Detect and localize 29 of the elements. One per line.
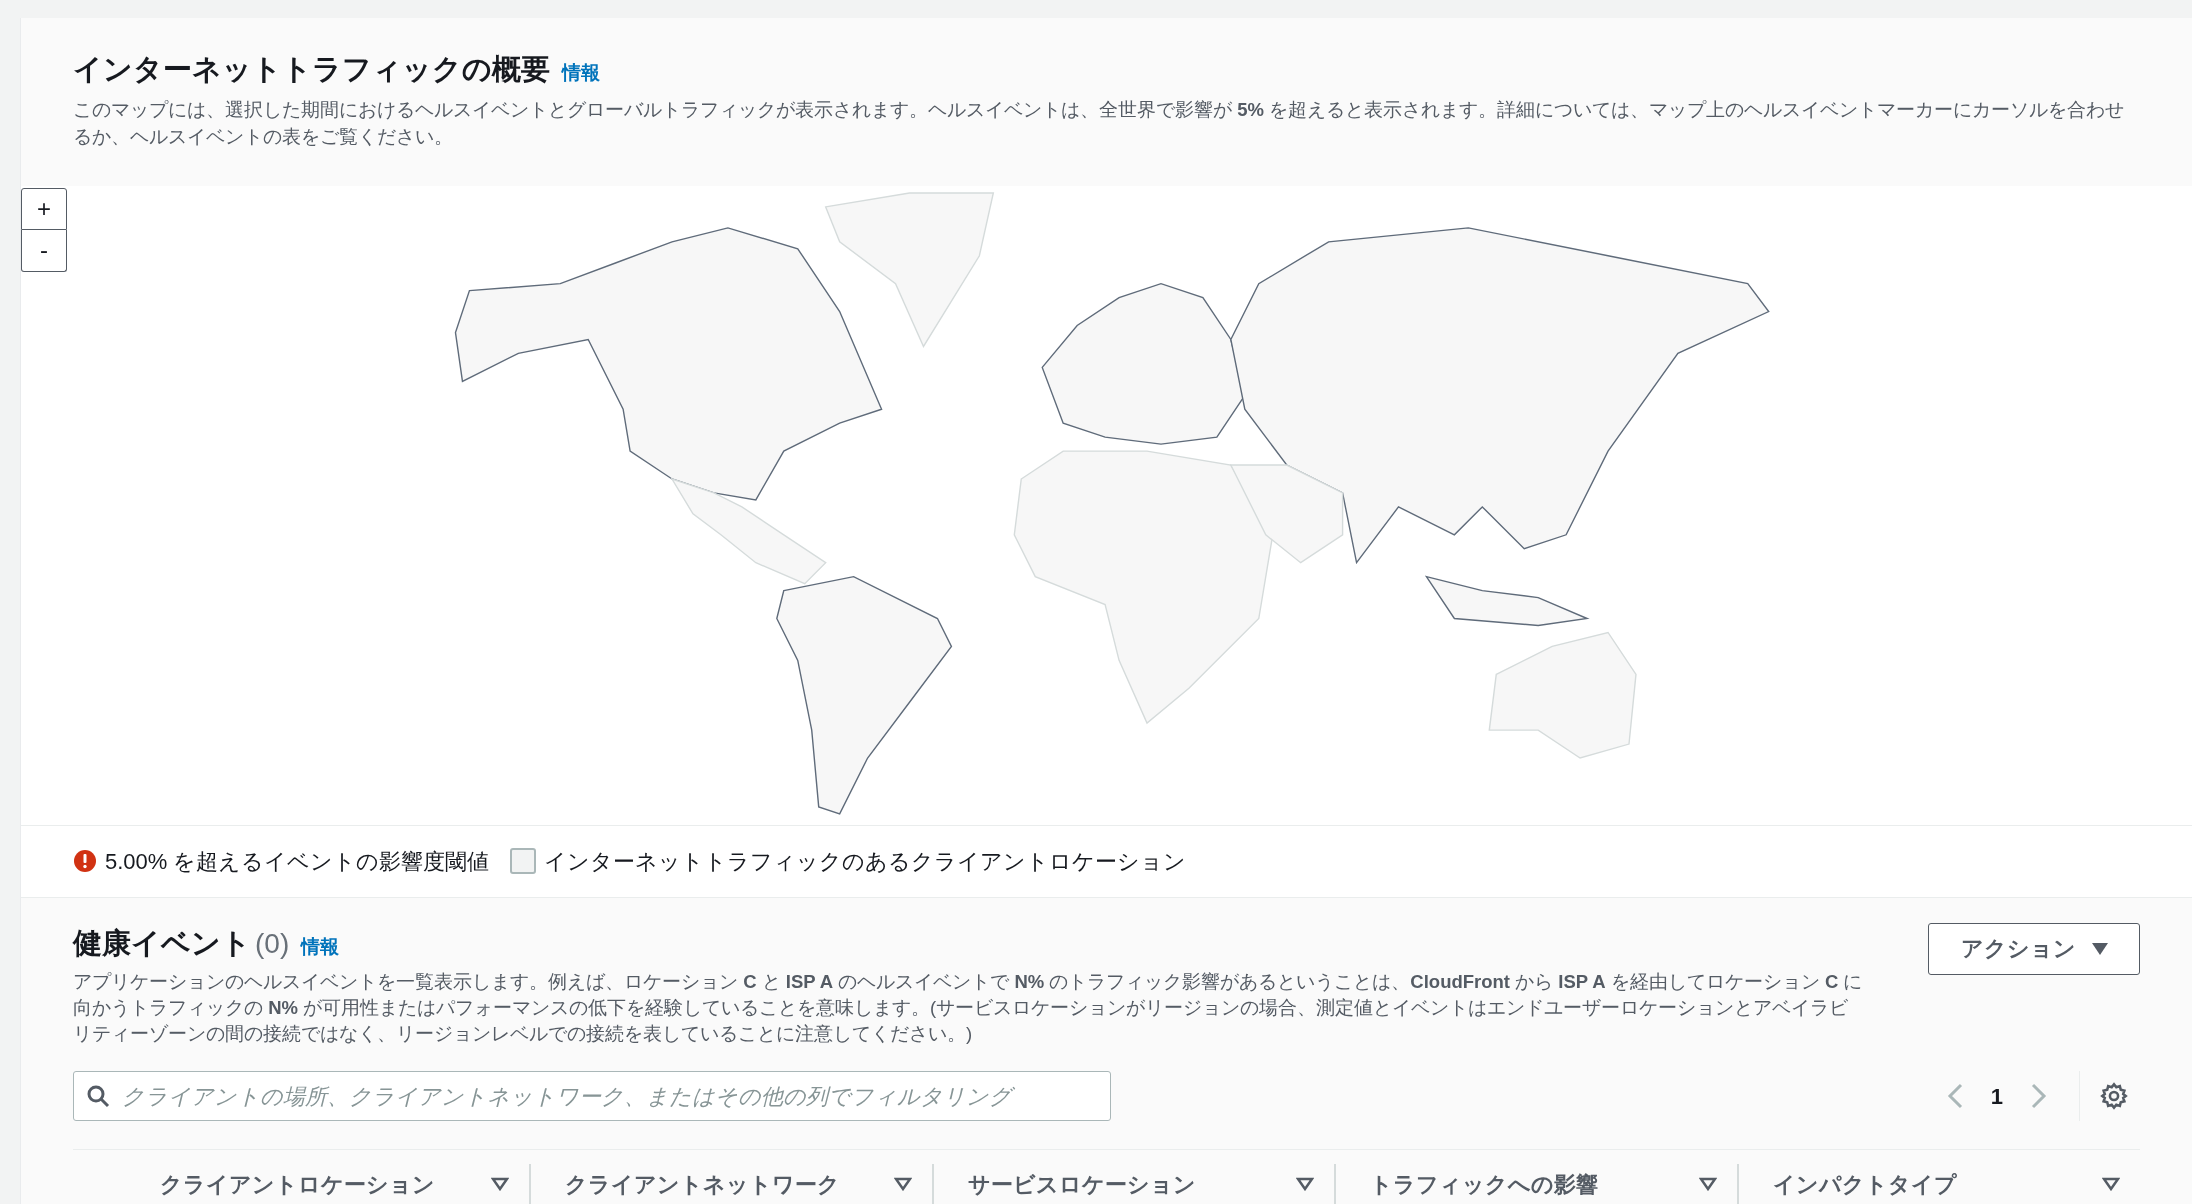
section-description: アプリケーションのヘルスイベントを一覧表示します。例えば、ロケーション C と ISP A のヘルスイベントで N% のトラフィック影響があるということは、CloudFront から ISP A を経由してロケーション C に向かうトラフィックの N% が可用性またはパフォーマンスの低下を経験していることを意味します。(サービスロケーションがリージョンの場合、測定値とイベントはエンドユーザーロケーションとアベイラビリティーゾーンの間の接続ではなく、リージョンレベルでの接続を表していることに注意してください。)	[73, 970, 1863, 1046]
alert-icon	[73, 849, 97, 873]
sort-icon[interactable]	[893, 1177, 912, 1191]
sort-icon[interactable]	[1296, 1177, 1315, 1191]
section-title: インターネットトラフィックの概要	[73, 52, 550, 87]
settings-icon[interactable]	[2100, 1082, 2128, 1110]
section-title: 健康イベント	[73, 925, 251, 961]
sort-icon[interactable]	[2102, 1177, 2120, 1191]
legend-swatch	[509, 848, 536, 874]
sort-icon[interactable]	[490, 1177, 509, 1191]
column-header[interactable]: クライアントネットワーク	[564, 1167, 840, 1201]
column-header[interactable]: クライアントロケーション	[160, 1167, 435, 1201]
legend-label: インターネットトラフィックのあるクライアントロケーション	[543, 847, 1186, 876]
filter-field[interactable]: クライアントの場所、クライアントネットワーク、またはその他の列でフィルタリング	[73, 1071, 1111, 1121]
column-header[interactable]: サービスロケーション	[967, 1167, 1196, 1201]
column-header[interactable]: トラフィックへの影響	[1370, 1167, 1599, 1201]
zoom-in-button[interactable]: +	[21, 187, 67, 230]
event-count: (0)	[255, 926, 290, 961]
actions-button[interactable]: アクション	[1928, 922, 2140, 975]
sort-icon[interactable]	[1699, 1177, 1718, 1191]
legend-label: 5.00% を超えるイベントの影響度閾値	[105, 847, 490, 876]
search-icon	[86, 1084, 110, 1108]
page-number[interactable]: 1	[1982, 1079, 2011, 1113]
info-link[interactable]: 情報	[301, 932, 340, 961]
caret-icon	[2091, 942, 2108, 955]
column-header[interactable]: インパクトタイプ	[1773, 1167, 1958, 1201]
info-link[interactable]: 情報	[562, 59, 600, 88]
section-description: このマップには、選択した期間におけるヘルスイベントとグローバルトラフィックが表示されます。ヘルスイベントは、全世界で影響が 5% を超えると表示されます。詳細については、マップ上のヘルスイベントマーカーにカーソルを合わせるか、ヘルスイベントの表をご覧ください。	[73, 97, 2126, 149]
zoom-out-button[interactable]: -	[21, 229, 67, 272]
